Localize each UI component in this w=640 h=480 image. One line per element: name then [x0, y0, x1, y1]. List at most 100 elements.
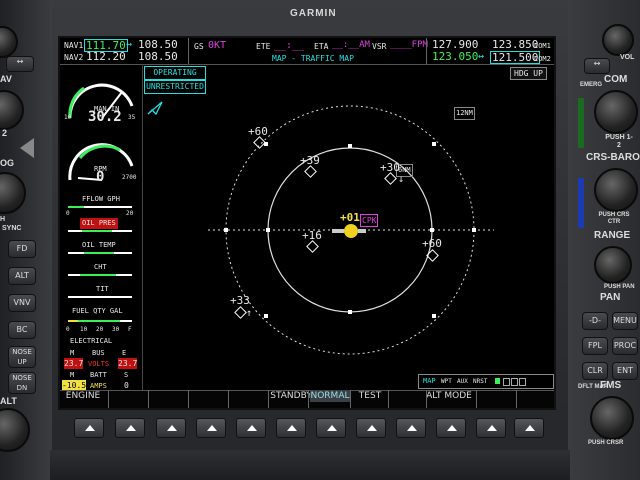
tit-label: TIT: [96, 285, 109, 293]
outer-tick-right: [472, 228, 476, 232]
bus-label: BUS: [92, 349, 105, 357]
oil-pres-warning: OIL PRES: [80, 218, 118, 229]
crs-baro-knob[interactable]: [594, 168, 638, 212]
direct-to-button[interactable]: -D-: [582, 312, 608, 330]
nose-up-button[interactable]: NOSE UP: [8, 346, 36, 368]
softkey-test[interactable]: TEST: [354, 390, 386, 402]
ete-label: ETE: [256, 42, 271, 51]
hdg-pointer-icon: [20, 138, 34, 158]
rpm-scale-max: 2700: [122, 174, 137, 181]
ownship-altitude: +01: [340, 211, 360, 224]
bc-button[interactable]: BC: [8, 321, 36, 339]
crs-ctr-label: PUSH CRS CTR: [598, 212, 630, 225]
gs-value: 0KT: [208, 40, 227, 51]
ring-tick-left: [266, 228, 270, 232]
page-title: MAP - TRAFFIC MAP: [272, 54, 354, 63]
eis-panel: MAN IN 30.2 10 35 RPM 0 2700 FFLOW GPH 0…: [60, 64, 143, 394]
softkey-button-6[interactable]: [276, 418, 306, 438]
com1-standby-freq[interactable]: 123.850: [492, 39, 538, 50]
nose-down-button[interactable]: NOSE DN: [8, 372, 36, 394]
com2-standby-freq[interactable]: 121.500: [490, 51, 541, 64]
outer-tick-sw: [264, 314, 268, 318]
ownship-id: CPK: [360, 214, 379, 227]
softkey-alt-mode[interactable]: ALT MODE: [424, 390, 474, 402]
target-5-altitude: +60: [422, 237, 442, 250]
page-indicator-3: [511, 378, 518, 386]
oil-temp-label: OIL TEMP: [82, 241, 116, 249]
com2-active-freq[interactable]: 123.050: [432, 51, 478, 62]
outer-tick-ne: [432, 142, 436, 146]
target-3-trend-arrow: ↓: [398, 174, 405, 185]
softkey-button-3[interactable]: [156, 418, 186, 438]
nav-label: AV: [0, 74, 12, 84]
ring-tick-bottom: [348, 310, 352, 314]
softkey-button-5[interactable]: [236, 418, 266, 438]
softkey-button-4[interactable]: [196, 418, 226, 438]
nav-swap-button[interactable]: ↔: [6, 56, 34, 72]
com-vol-knob[interactable]: [602, 24, 634, 56]
vnv-button[interactable]: VNV: [8, 294, 36, 312]
fflow-min: 0: [66, 210, 70, 217]
vol-label: VOL: [620, 54, 635, 61]
page-group-map: MAP: [423, 377, 436, 385]
garmin-logo: GARMIN: [290, 8, 337, 19]
fuel-qty-label: FUEL QTY GAL: [72, 307, 123, 315]
softkey-button-7[interactable]: [316, 418, 346, 438]
proc-button[interactable]: PROC: [612, 337, 638, 355]
com-label: COM: [604, 74, 628, 85]
push-crsr-label: PUSH CRSR: [588, 440, 624, 446]
softkey-button-11[interactable]: [476, 418, 506, 438]
gs-label: GS: [194, 42, 204, 51]
tit-bar: [68, 296, 132, 298]
oil-pres-green: [82, 230, 112, 232]
softkey-normal[interactable]: NORMAL: [310, 390, 350, 402]
outer-tick-left: [224, 228, 228, 232]
target-6-trend-arrow: ↑: [246, 308, 253, 319]
cht-green: [80, 274, 116, 276]
lower-bezel: [50, 450, 570, 480]
fuel-scale-10: 10: [80, 326, 88, 333]
page-group-wpt: WPT: [441, 378, 452, 385]
target-6-altitude: +33: [230, 294, 250, 307]
nav1-label: NAV1: [64, 41, 84, 50]
range-knob[interactable]: [594, 246, 632, 284]
oil-temp-green: [84, 252, 114, 254]
softkey-button-12[interactable]: [514, 418, 544, 438]
ent-button[interactable]: ENT: [612, 362, 638, 380]
softkey-button-1[interactable]: [74, 418, 104, 438]
fuel-scale-20: 20: [96, 326, 104, 333]
top-status-bar: NAV1 111.70 ↔ 108.50 NAV2 112.20 108.50 …: [60, 38, 554, 65]
alt-button[interactable]: ALT: [8, 267, 36, 285]
fflow-max: 20: [126, 210, 134, 217]
com-freq-knob[interactable]: [594, 90, 638, 134]
page-indicator-2: [503, 378, 510, 386]
softkey-engine[interactable]: ENGINE: [64, 390, 102, 402]
fpl-button[interactable]: FPL: [582, 337, 608, 355]
nav1-standby-freq[interactable]: 108.50: [138, 39, 178, 50]
man-in-scale-max: 35: [128, 114, 136, 121]
outer-range-label: 12NM: [454, 107, 475, 120]
nav2-active-freq[interactable]: 112.20: [86, 51, 126, 62]
com-swap-button[interactable]: ↔: [584, 58, 610, 74]
target-1-altitude: +60: [248, 125, 268, 138]
ete-value: __:__: [274, 40, 305, 51]
alt-knob-label: ALT: [0, 396, 17, 406]
fuel-qty-green: [78, 320, 120, 322]
softkey-button-8[interactable]: [356, 418, 386, 438]
pan-label: PAN: [600, 292, 621, 303]
menu-button[interactable]: MENU: [612, 312, 638, 330]
volts-e-value: 23.7: [118, 358, 138, 369]
mfd-screen: NAV1 111.70 ↔ 108.50 NAV2 112.20 108.50 …: [58, 36, 556, 410]
rpm-value: 0: [96, 169, 105, 185]
crs-baro-label: CRS-BARO: [586, 152, 640, 163]
vsr-value: ____FPM: [390, 40, 428, 50]
softkey-button-10[interactable]: [436, 418, 466, 438]
softkey-button-2[interactable]: [115, 418, 145, 438]
com1-active-freq[interactable]: 127.900: [432, 39, 478, 50]
fd-button[interactable]: FD: [8, 240, 36, 258]
nav2-standby-freq[interactable]: 108.50: [138, 51, 178, 62]
softkey-button-9[interactable]: [396, 418, 426, 438]
electrical-label: ELECTRICAL: [70, 337, 113, 345]
clr-button[interactable]: CLR: [582, 362, 608, 380]
fms-knob[interactable]: [590, 396, 634, 440]
